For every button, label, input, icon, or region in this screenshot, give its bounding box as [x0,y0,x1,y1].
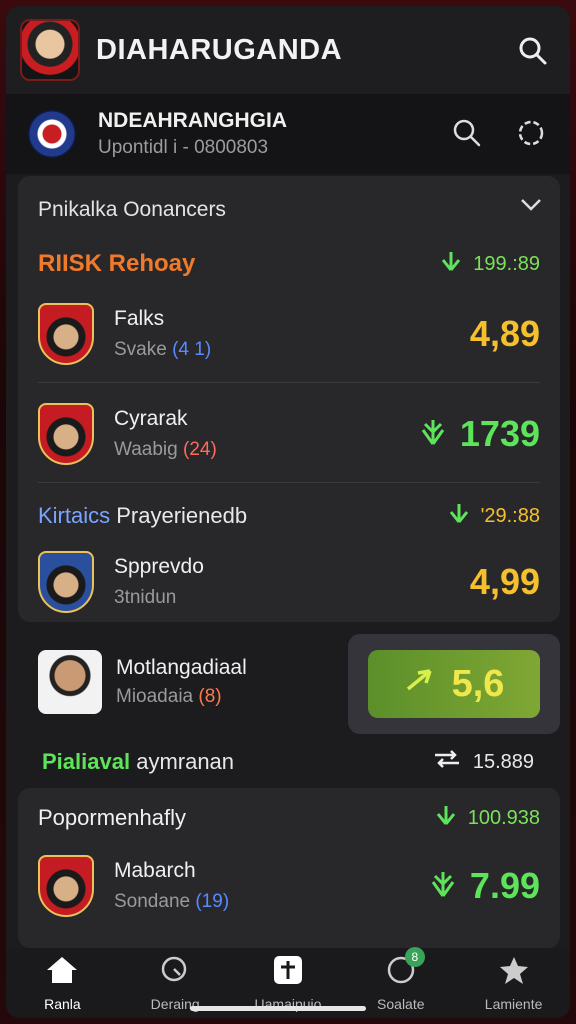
player-tag: (8) [198,686,222,707]
list-item[interactable]: Spprevdo 3tnidun 4,99 [38,532,540,632]
nav-label: Ranla [44,995,81,1012]
nav-item-search[interactable]: Deraing [125,955,225,1012]
home-indicator [190,1006,366,1011]
nav-label: Lamiente [484,995,543,1012]
nav-label: Soalate [377,995,425,1012]
group-value: 199.:89 [473,252,540,275]
arrow-down-icon [441,250,461,278]
trend-down-icon [430,865,456,907]
stat-label-a: Pialiaval [42,749,131,774]
divider [38,482,540,483]
player-tag: (19) [195,891,230,912]
player-team: Svake [114,339,167,360]
player-score: 4,99 [469,561,540,602]
player-team: Mioadaia [116,686,194,707]
list-item[interactable]: Mabarch Sondane (19) 7.99 [38,836,540,936]
home-icon [45,955,79,990]
search-icon[interactable] [452,118,482,153]
featured-player[interactable]: Motlangadiaal Mioadaia (8) 5,6 [18,634,560,734]
stat-label-b: aymranan [136,749,235,774]
section-title: Pnikalka Oonancers [38,198,226,221]
add-icon [271,955,305,990]
group-value: '29.:88 [480,504,540,527]
group-label-a: Kirtaics [38,503,111,528]
app-frame: DIAHARUGANDA NDEAHRANGHGIA Upontidl i - … [6,6,570,1018]
player-name: Motlangadiaal [116,656,247,679]
player-tag: (24) [183,439,217,460]
notification-badge: 8 [404,946,425,967]
match-meta: Upontidl i - 0800803 [98,137,269,158]
settings-icon[interactable] [516,118,546,153]
app-title: DIAHARUGANDA [96,33,343,66]
stat-value: 15.889 [472,750,534,773]
score-box: 5,6 [348,634,560,734]
team-badge [28,110,76,158]
match-title: NDEAHRANGHGIA [98,109,287,132]
trend-down-icon [420,413,446,455]
trend-up-icon [404,665,434,703]
star-icon [497,955,531,990]
arrow-down-icon [449,502,469,530]
divider [38,382,540,383]
player-name: Falks [114,307,165,330]
group-header-risk[interactable]: RIISK Rehoay 199.:89 [38,244,540,284]
nav-item-home[interactable]: Ranla [12,955,112,1012]
nav-item-chat[interactable]: 8 Soalate [351,946,451,1012]
player-name: Mabarch [114,859,196,882]
nav-item-favorites[interactable]: Lamiente [464,955,564,1012]
player-crest [38,551,94,613]
search-icon[interactable] [518,36,548,71]
arrow-down-icon [436,804,456,832]
performance-card: Popormenhafly 100.938 Mabarch Sondane (1… [18,788,560,948]
featured-score: 5,6 [451,662,505,705]
match-header: NDEAHRANGHGIA Upontidl i - 0800803 [6,94,570,174]
player-team: Waabig [114,439,178,460]
swap-icon [433,749,461,775]
stat-line: Pialiaval aymranan 15.889 [42,744,534,780]
player-team: Sondane [114,891,191,912]
player-tag: (4 1) [172,339,212,360]
group-label-b: Prayerienedb [116,503,248,528]
app-logo [20,19,80,81]
group-value: 100.938 [467,806,540,829]
player-score: 4,89 [469,313,540,354]
nav-item-add[interactable]: Uamaipuio [238,955,338,1012]
player-crest [38,303,94,365]
group-header-performance[interactable]: Popormenhafly 100.938 [38,798,540,838]
player-name: Spprevdo [114,555,204,578]
list-item[interactable]: Cyrarak Waabig (24) 1739 [38,384,540,484]
avatar [38,650,102,714]
player-score: 1739 [459,413,540,454]
player-crest [38,403,94,465]
app-bar: DIAHARUGANDA [6,6,570,94]
chevron-down-icon[interactable] [520,198,542,217]
group-header-kirtaics[interactable]: Kirtaics Prayerienedb '29.:88 [38,496,540,536]
group-label: RIISK Rehoay [38,250,196,277]
player-score: 7.99 [469,865,540,906]
player-crest [38,855,94,917]
rankings-card: Pnikalka Oonancers RIISK Rehoay 199.:89 … [18,176,560,622]
score-pill[interactable]: 5,6 [368,650,540,718]
player-team: 3tnidun [114,587,177,608]
search-icon [158,955,192,990]
player-name: Cyrarak [114,407,188,430]
section-title: Popormenhafly [38,805,186,830]
list-item[interactable]: Falks Svake (4 1) 4,89 [38,284,540,384]
